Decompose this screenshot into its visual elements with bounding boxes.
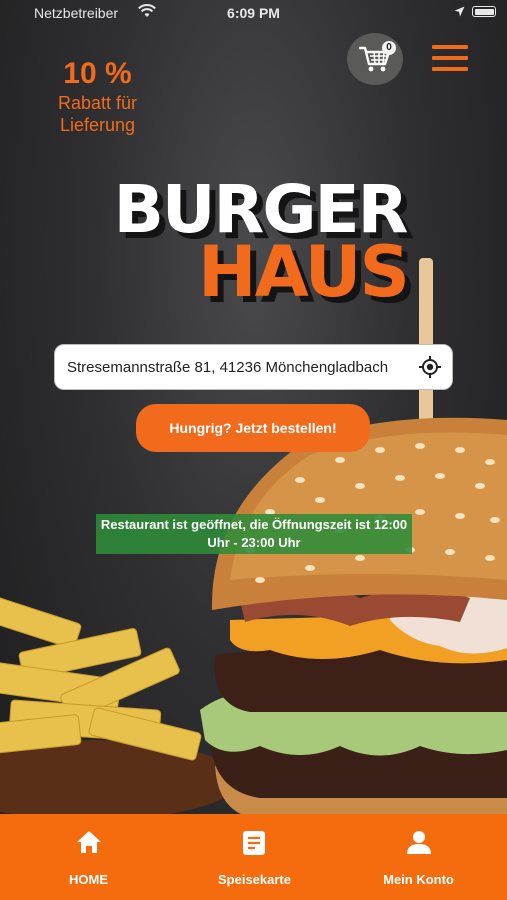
user-icon [407,831,431,854]
menu-line-icon [432,45,468,49]
tab-speisekarte[interactable]: Speisekarte [170,814,339,900]
menu-line-icon [432,67,468,71]
opening-hours-line2: Uhr - 23:00 Uhr [207,535,301,550]
locate-me-icon[interactable] [419,356,441,378]
delivery-address-field[interactable]: Stresemannstraße 81, 41236 Mönchengladba… [54,344,453,390]
tab-mein-konto[interactable]: Mein Konto [334,814,503,900]
order-now-button[interactable]: Hungrig? Jetzt bestellen! [136,404,370,452]
delivery-discount-promo: 10 % Rabatt für Lieferung [40,56,155,136]
app-screen: Netzbetreiber 6:09 PM 10 % Rabatt für Li… [0,0,507,900]
cart-button[interactable]: 0 [347,33,403,85]
status-bar: Netzbetreiber 6:09 PM [0,0,507,26]
location-arrow-icon [454,6,465,17]
home-icon [77,831,101,853]
menu-line-icon [432,56,468,60]
tab-home[interactable]: HOME [4,814,173,900]
opening-hours-line1: Restaurant ist geöffnet, die Öffnungszei… [100,517,408,532]
tab-speisekarte-label: Speisekarte [218,872,291,887]
hamburger-menu-button[interactable] [432,45,468,71]
discount-label-line2: Lieferung [59,115,136,135]
opening-hours-banner: Restaurant ist geöffnet, die Öffnungszei… [96,514,412,554]
battery-icon [472,6,496,17]
discount-label-line1: Rabatt für [57,93,138,113]
tab-home-label: HOME [69,872,108,887]
status-time: 6:09 PM [227,5,280,21]
bottom-tab-bar: HOME Speisekarte Mein Konto [0,814,507,900]
tab-mein-konto-label: Mein Konto [383,872,454,887]
discount-percent: 10 % [63,57,132,90]
cart-count-badge: 0 [382,41,396,55]
menu-card-icon [243,831,265,855]
address-value: Stresemannstraße 81, 41236 Mönchengladba… [67,359,389,376]
